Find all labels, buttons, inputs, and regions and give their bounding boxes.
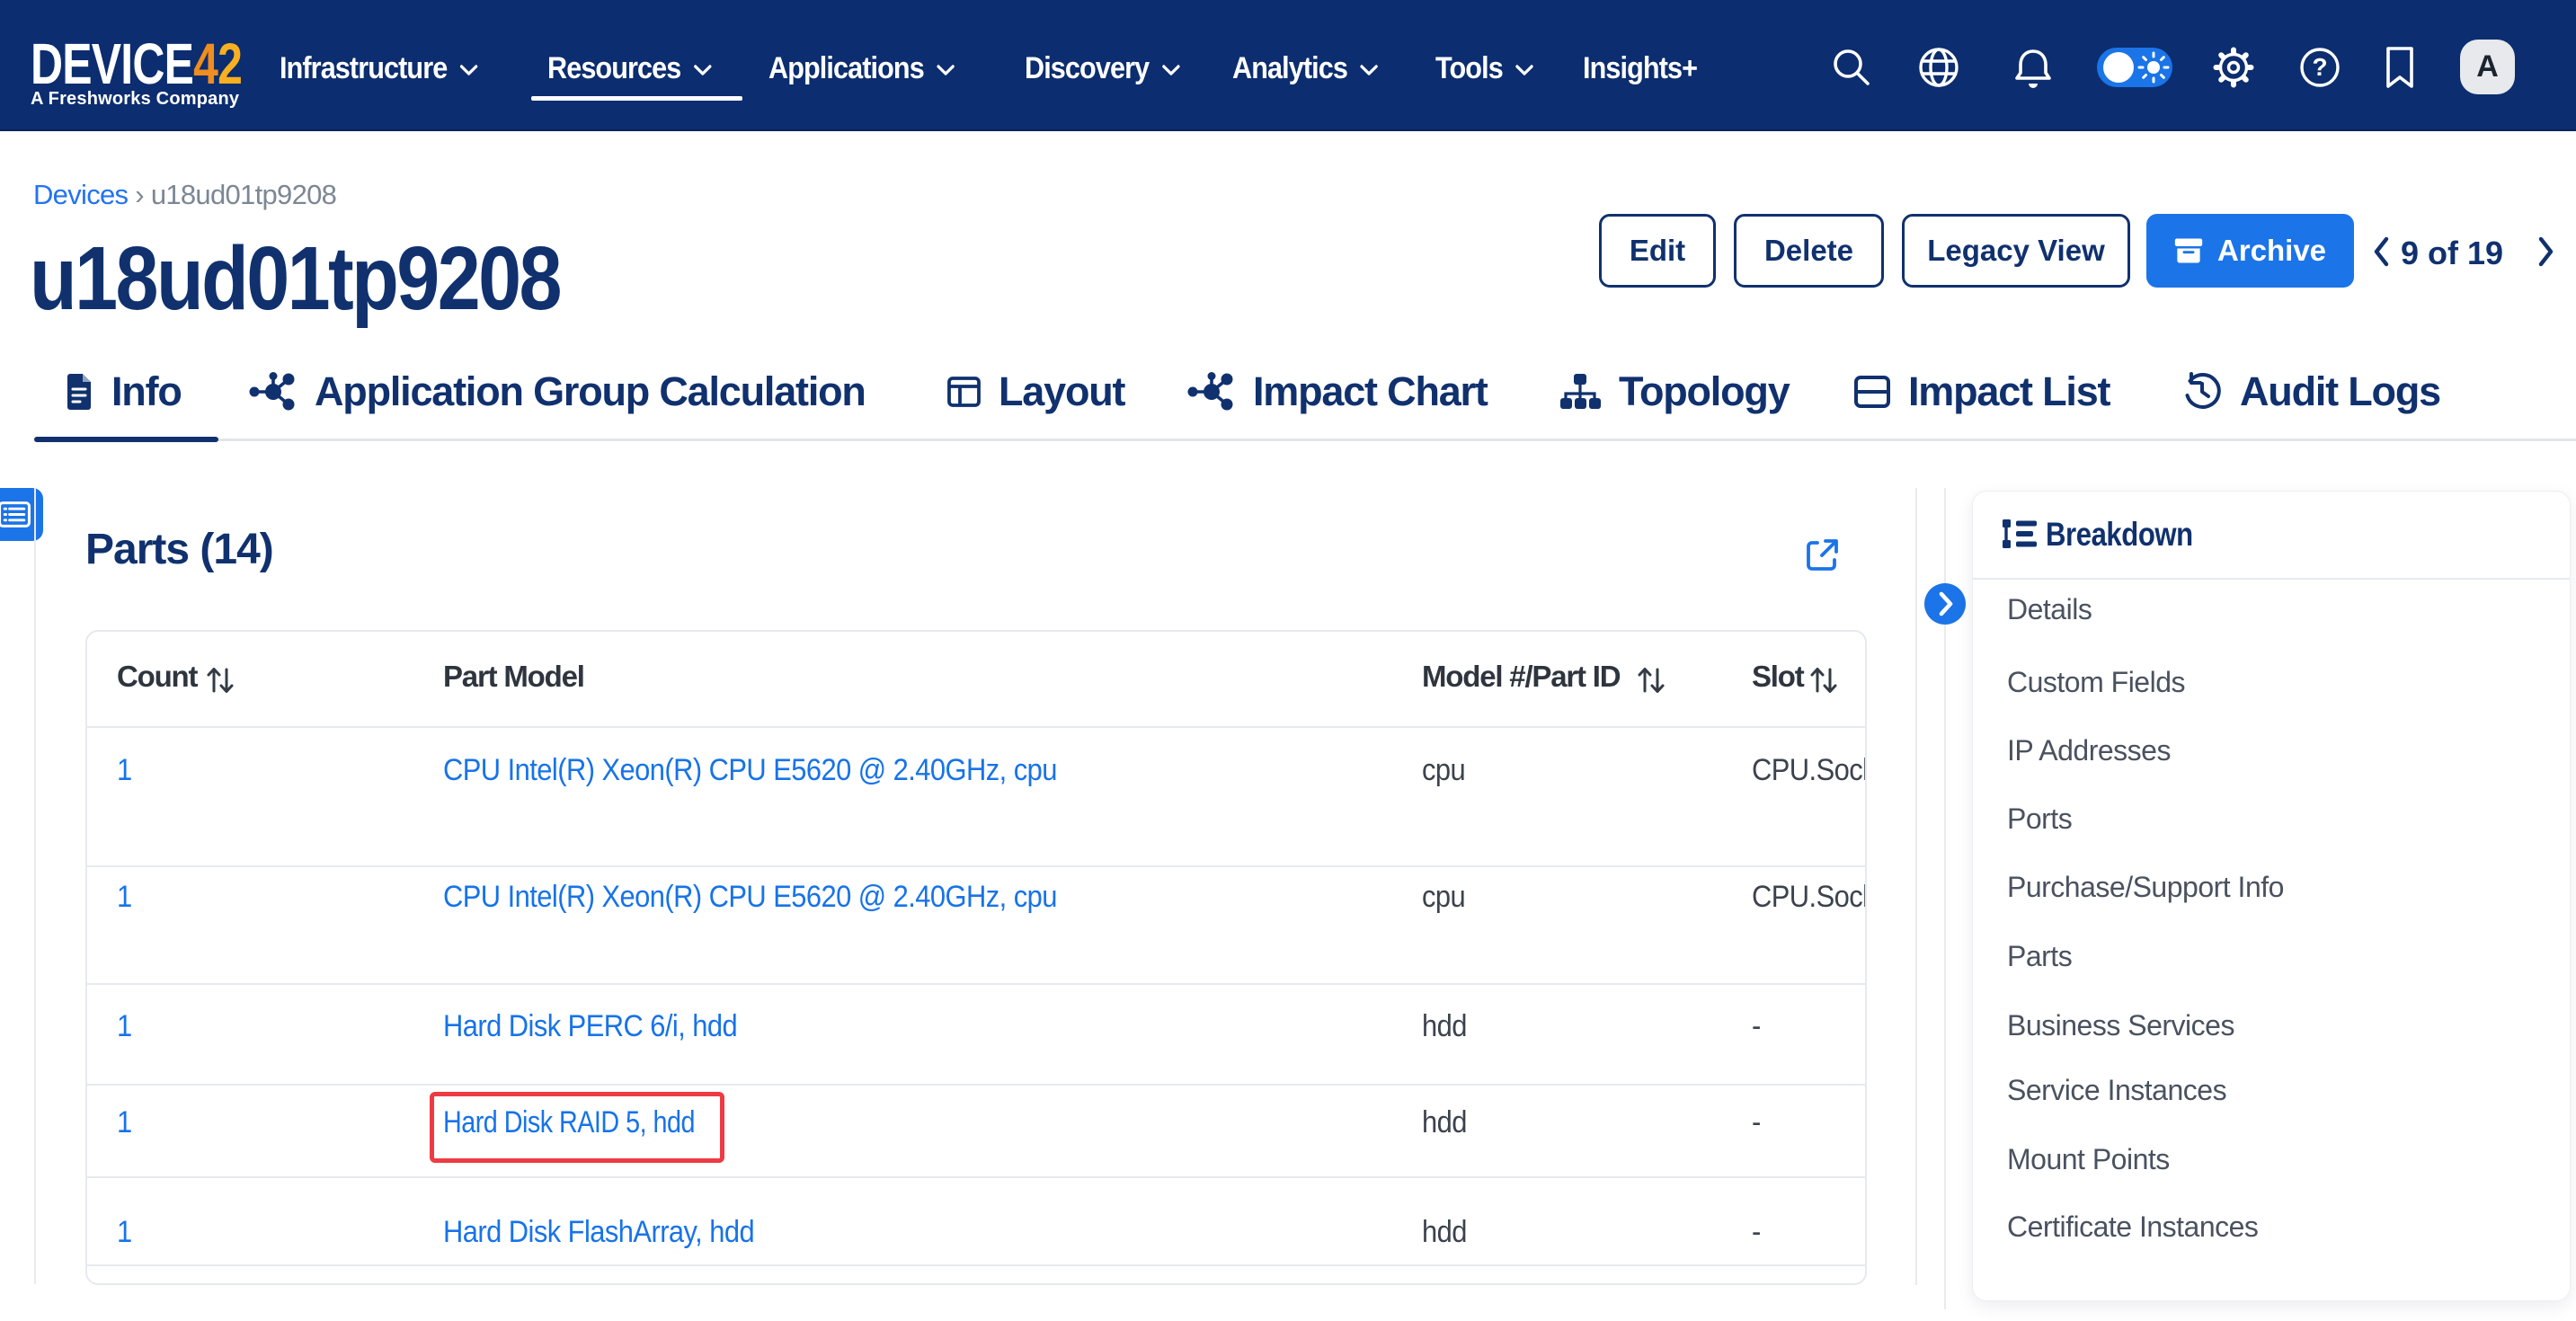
svg-text:?: ?: [2312, 53, 2327, 81]
